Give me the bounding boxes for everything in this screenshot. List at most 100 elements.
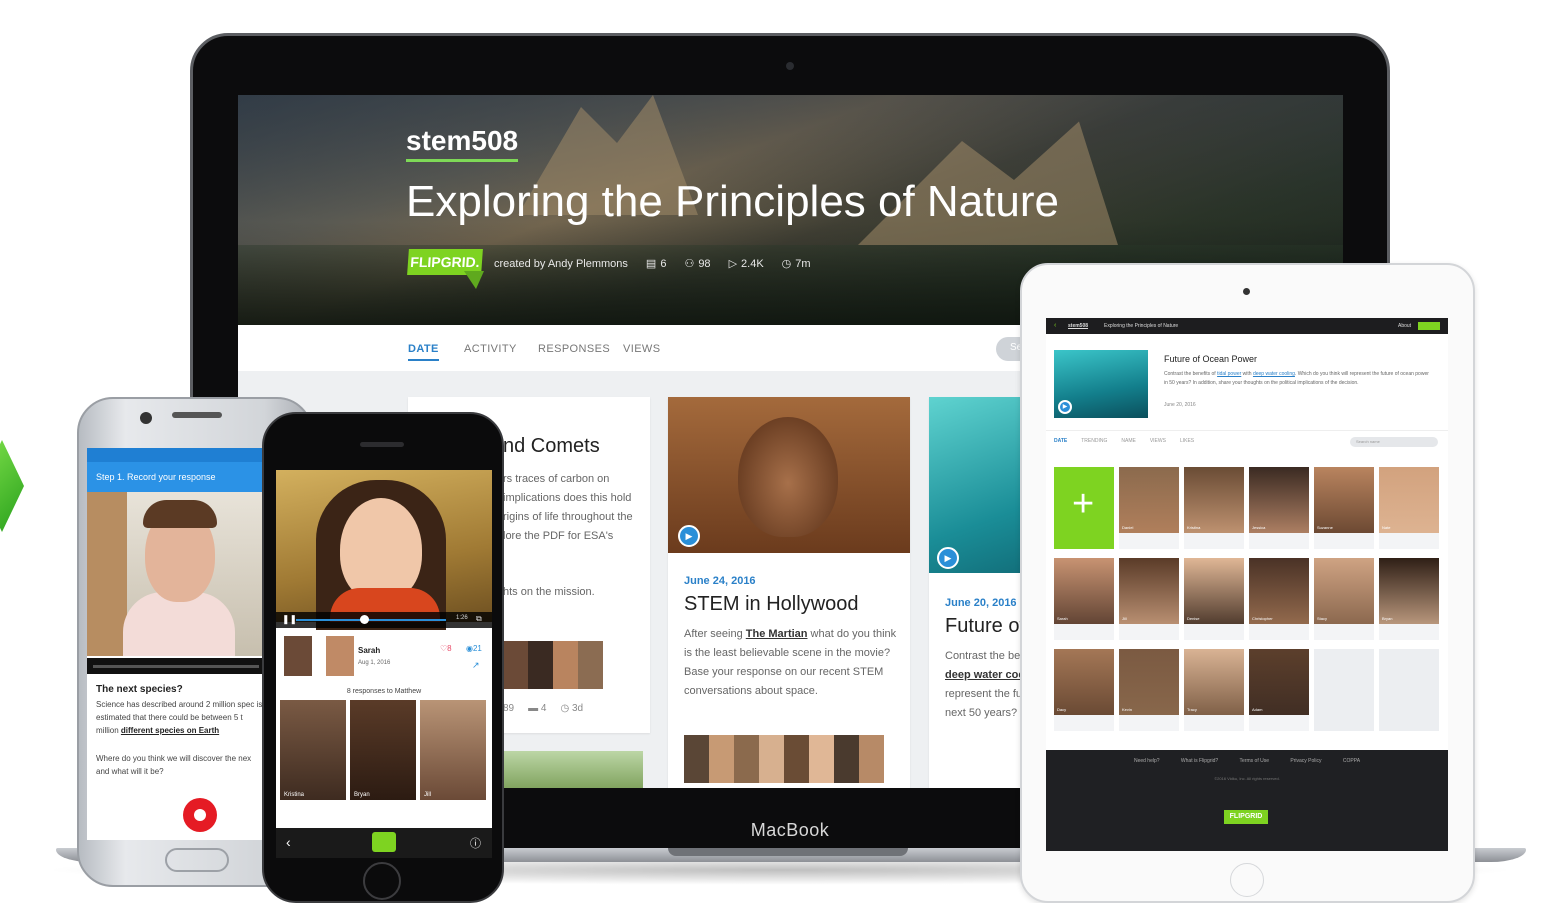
response-tile[interactable]: Adam (1249, 649, 1309, 731)
sort-tabs: DATE TRENDING NAME VIEWS LIKES (1054, 438, 1194, 444)
tab-views[interactable]: VIEWS (623, 343, 660, 355)
response-tile[interactable]: Kristina (1184, 467, 1244, 549)
movie-link[interactable]: The Martian (746, 628, 808, 640)
tile-name: Jessica (1252, 525, 1266, 530)
iphone-speaker (360, 442, 404, 447)
views-count: 89 (503, 703, 515, 714)
members-stat: ⚇ 98 (684, 257, 710, 270)
ipad-home-button[interactable] (1230, 863, 1264, 897)
back-icon[interactable]: ‹ (286, 834, 291, 850)
views-stat: ◉21 (466, 644, 482, 653)
tab-date[interactable]: DATE (408, 343, 439, 361)
response-tile[interactable]: Nate (1379, 467, 1439, 549)
response-tile[interactable]: Kristina (280, 700, 346, 800)
featured-title: Future of Ocean Power (1164, 354, 1258, 364)
pause-icon[interactable]: ❚❚ (282, 614, 297, 625)
response-tile[interactable]: Bryan (350, 700, 416, 800)
tab-name[interactable]: NAME (1121, 438, 1135, 444)
add-response-button[interactable]: + (1054, 467, 1114, 549)
tile-name: Suzanne (1317, 525, 1333, 530)
response-tile[interactable]: Sarah (1054, 558, 1114, 640)
top-nav: ‹ stem508 Exploring the Principles of Na… (1046, 318, 1448, 334)
responses-label: 8 responses to Matthew (346, 688, 422, 695)
topic-card[interactable]: ▶ June 24, 2016 STEM in Hollywood After … (668, 397, 910, 788)
face-shape (738, 417, 838, 537)
card-title: nd Comets (503, 435, 600, 457)
likes-stat[interactable]: ♡8 (440, 644, 452, 653)
card-body-text: represent the fu next 50 years? (945, 688, 1023, 719)
tab-views[interactable]: VIEWS (1150, 438, 1166, 444)
question-prompt: Where do you think we will discover the … (96, 754, 252, 776)
card-date: June 20, 2016 (945, 597, 1017, 609)
android-grille (172, 412, 222, 418)
response-tile[interactable]: Suzanne (1314, 467, 1374, 549)
nav-about-link[interactable]: About (1398, 318, 1411, 334)
eye-icon: ◉ (466, 644, 473, 653)
response-tile[interactable]: Christopher (1249, 558, 1309, 640)
members-count: 98 (698, 258, 711, 270)
footer-logo: FLIPGRID (1224, 810, 1268, 824)
green-gem-shape (0, 440, 24, 532)
response-video[interactable] (276, 470, 492, 630)
laptop-camera (786, 62, 794, 70)
avatar (326, 636, 354, 676)
footer-link[interactable]: Terms of Use (1240, 758, 1269, 764)
footer-link[interactable]: What is Flipgrid? (1181, 758, 1218, 764)
topic-photo (668, 397, 910, 553)
tab-trending[interactable]: TRENDING (1081, 438, 1107, 444)
response-tile[interactable]: Jill (1119, 558, 1179, 640)
share-icon[interactable]: ↗ (472, 660, 480, 671)
fullscreen-icon[interactable]: ⧉ (476, 614, 482, 624)
response-tile[interactable]: Tracy (1184, 649, 1244, 731)
play-icon[interactable]: ▶ (1058, 400, 1072, 414)
footer-link[interactable]: Privacy Policy (1290, 758, 1321, 764)
tab-likes[interactable]: LIKES (1180, 438, 1194, 444)
play-icon[interactable]: ▶ (937, 547, 959, 569)
tidal-power-link[interactable]: tidal power (1217, 371, 1241, 377)
response-tile[interactable]: Bryan (1379, 558, 1439, 640)
comments-stat: ▬ 4 (528, 703, 546, 714)
chat-icon[interactable] (372, 832, 396, 852)
play-icon[interactable]: ▶ (678, 525, 700, 547)
video-progress[interactable] (296, 619, 446, 621)
tab-responses[interactable]: RESPONSES (538, 343, 610, 355)
tile-name: Adam (1252, 707, 1263, 712)
android-home-button[interactable] (165, 848, 229, 872)
tab-date[interactable]: DATE (1054, 438, 1067, 444)
footer-link[interactable]: Need help? (1134, 758, 1160, 764)
tile-stats (1379, 533, 1439, 549)
grid-owner-link[interactable]: stem508 (406, 125, 519, 162)
deep-water-link[interactable]: deep water coc (945, 669, 1024, 681)
response-tile[interactable]: Jill (420, 700, 486, 800)
response-tile[interactable]: Jessica (1249, 467, 1309, 549)
tile-name: Stacy (1317, 616, 1328, 621)
featured-video[interactable]: ▶ (1054, 350, 1148, 418)
species-link[interactable]: different species on Earth (121, 726, 219, 735)
clock-icon: ◷ (560, 703, 572, 714)
tile-stats (1054, 715, 1114, 731)
response-tile[interactable]: Stacy (1314, 558, 1374, 640)
footer-link[interactable]: COPPA (1343, 758, 1360, 764)
nav-badge[interactable] (1418, 322, 1440, 330)
background-shape (87, 492, 127, 656)
deep-water-link[interactable]: deep water cooling (1253, 371, 1295, 377)
search-input[interactable]: Search name (1350, 437, 1438, 447)
response-tile[interactable]: Dacy (1054, 649, 1114, 731)
response-thumbnails (503, 641, 603, 689)
back-icon[interactable]: ‹ (1054, 318, 1056, 334)
featured-text-part: with (1241, 371, 1253, 377)
tile-stats (1119, 715, 1179, 731)
card-body-text: After seeing (684, 628, 746, 640)
nav-owner-link[interactable]: stem508 (1068, 318, 1088, 334)
scrub-handle[interactable] (360, 615, 369, 624)
response-tile[interactable]: Kevin (1119, 649, 1179, 731)
info-icon[interactable]: ⓘ (470, 835, 481, 851)
response-tile[interactable]: Denise (1184, 558, 1244, 640)
iphone-home-button[interactable] (363, 862, 401, 900)
card-body: rs traces of carbon on implications does… (503, 473, 633, 542)
card-body: After seeing The Martian what do you thi… (684, 625, 904, 701)
tab-activity[interactable]: ACTIVITY (464, 343, 517, 355)
grid-meta: created by Andy Plemmons ▤ 6 ⚇ 98 ▷ 2.4K ◷ 7… (494, 257, 811, 271)
response-tile[interactable]: Daniel (1119, 467, 1179, 549)
tile-stats (1314, 533, 1374, 549)
